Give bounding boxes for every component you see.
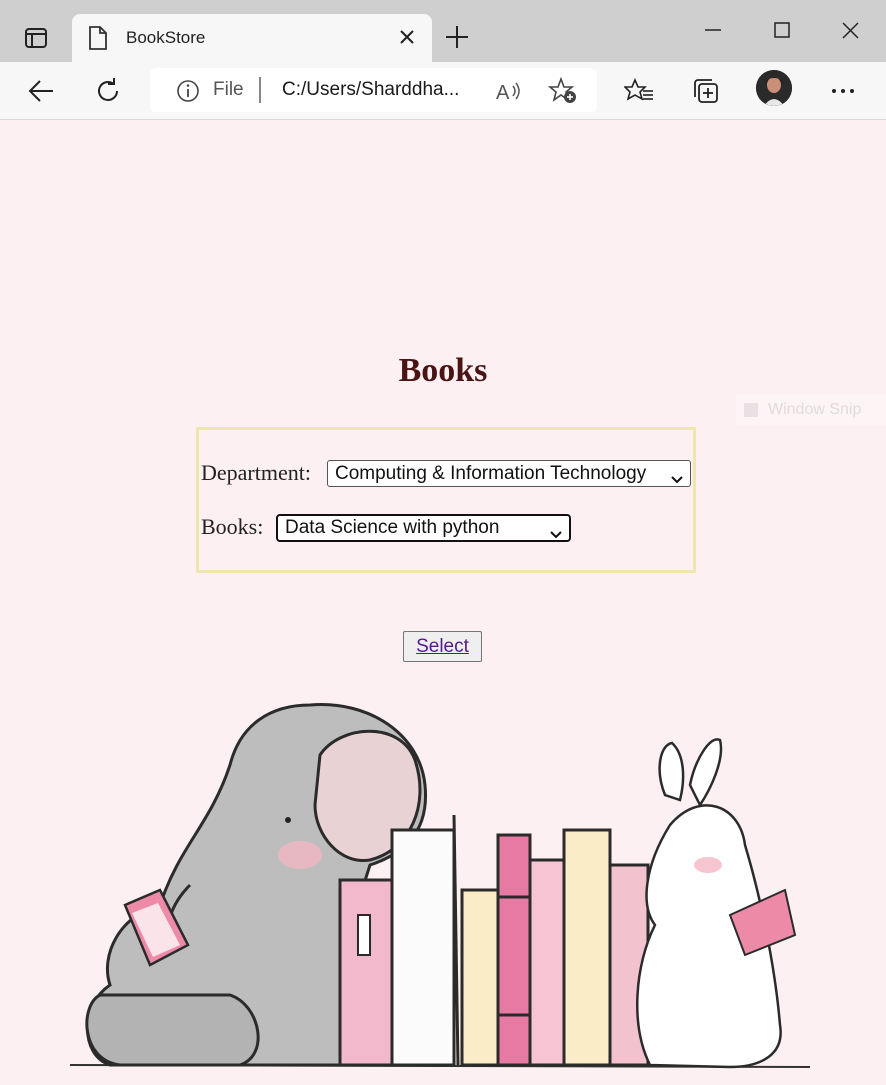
read-aloud-icon[interactable]: A [495, 78, 523, 109]
info-icon[interactable] [176, 79, 200, 108]
window-snip-overlay: Window Snip [736, 395, 886, 425]
chevron-down-icon [670, 469, 684, 491]
department-select-value: Computing & Information Technology [335, 462, 647, 484]
address-bar[interactable]: File C:/Users/Sharddha... A [150, 68, 597, 112]
book-form: Department: Computing & Information Tech… [196, 427, 696, 573]
books-select-value: Data Science with python [285, 517, 500, 538]
plus-icon[interactable] [442, 22, 472, 57]
title-bar: BookStore [0, 0, 886, 62]
add-favorite-icon[interactable] [547, 76, 578, 110]
collections-icon[interactable] [689, 74, 723, 108]
address-scheme: File [213, 79, 244, 100]
avatar[interactable] [756, 70, 792, 106]
reading-animals-illustration [40, 665, 820, 1085]
back-icon[interactable] [24, 74, 58, 108]
snip-square-icon [744, 403, 758, 417]
select-link[interactable]: Select [416, 636, 469, 658]
address-url[interactable]: C:/Users/Sharddha... [282, 79, 459, 101]
browser-tab[interactable]: BookStore [72, 14, 432, 62]
maximize-icon[interactable] [771, 18, 793, 45]
address-separator [259, 77, 261, 103]
close-icon[interactable] [396, 26, 418, 53]
page-content: Window Snip Books Department: Computing … [0, 120, 886, 1080]
browser-toolbar: File C:/Users/Sharddha... A [0, 62, 886, 120]
more-icon[interactable] [826, 74, 860, 108]
page-icon [88, 26, 108, 55]
chevron-down-icon [549, 524, 563, 546]
tab-actions-icon[interactable] [16, 22, 56, 54]
department-select[interactable]: Computing & Information Technology [327, 460, 691, 487]
tab-title: BookStore [126, 28, 206, 47]
close-window-icon[interactable] [840, 18, 862, 45]
select-button[interactable]: Select [403, 631, 482, 662]
books-label: Books: [201, 514, 264, 539]
books-select[interactable]: Data Science with python [276, 514, 571, 542]
svg-text:A: A [496, 82, 510, 104]
page-title: Books [398, 352, 488, 389]
favorites-icon[interactable] [622, 74, 656, 108]
minimize-icon[interactable] [702, 18, 724, 45]
refresh-icon[interactable] [91, 74, 125, 108]
window-snip-label: Window Snip [768, 401, 862, 418]
department-label: Department: [201, 460, 311, 485]
